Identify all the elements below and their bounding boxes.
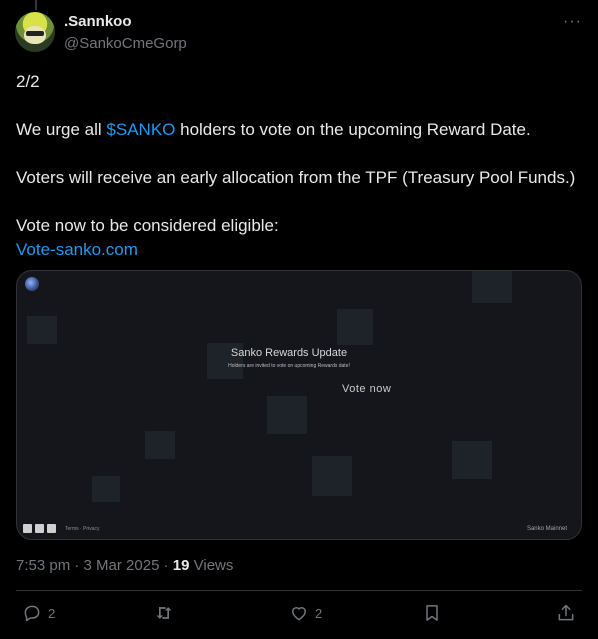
card-bg-square <box>337 309 373 345</box>
tweet-line-2: Voters will receive an early allocation … <box>16 168 576 187</box>
card-bg-square <box>267 396 307 434</box>
card-bg-square <box>27 316 57 344</box>
card-vote-now-button[interactable]: Vote now <box>342 383 391 395</box>
retweet-icon <box>156 607 172 619</box>
author-handle[interactable]: @SankoCmeGorp <box>64 35 187 52</box>
card-site-logo-icon <box>25 277 39 291</box>
tweet-time[interactable]: 7:53 pm <box>16 557 70 574</box>
link-preview-card[interactable]: Sanko Rewards Update Holders are invited… <box>16 270 582 540</box>
card-bg-square <box>92 476 120 502</box>
reply-button[interactable]: 2 <box>22 603 55 623</box>
views-count: 19 <box>172 557 190 574</box>
tweet-text: 2/2 We urge all $SANKO holders to vote o… <box>16 70 582 262</box>
reply-icon <box>24 605 40 622</box>
like-count: 2 <box>315 605 323 621</box>
bookmark-icon <box>426 605 438 621</box>
more-icon[interactable]: ··· <box>563 13 582 31</box>
card-bg-square <box>312 456 352 496</box>
avatar-glasses <box>26 31 44 36</box>
like-button[interactable]: 2 <box>289 603 322 623</box>
tweet-line-1-suffix: holders to vote on the upcoming Reward D… <box>175 120 531 139</box>
share-icon <box>558 604 574 621</box>
views-label: Views <box>193 557 234 574</box>
cashtag-link[interactable]: $SANKO <box>106 120 175 139</box>
actions-divider <box>16 590 582 591</box>
retweet-button[interactable] <box>154 603 174 623</box>
card-brand-label: Sanko Mainnet <box>526 526 567 532</box>
avatar[interactable] <box>15 12 55 52</box>
card-subtitle: Holders are invited to vote on upcoming … <box>228 363 350 369</box>
card-social-icon <box>35 524 44 533</box>
card-social-icon <box>47 524 56 533</box>
card-social-icons <box>23 524 56 533</box>
card-bg-square <box>145 431 175 459</box>
thread-connector-line <box>35 0 37 10</box>
author-display-name[interactable]: .Sannkoo <box>64 13 132 30</box>
card-bg-square <box>472 271 512 303</box>
reply-count: 2 <box>48 605 56 621</box>
share-button[interactable] <box>556 603 576 623</box>
card-title: Sanko Rewards Update <box>230 347 348 359</box>
tweet-part-label: 2/2 <box>16 72 40 91</box>
like-icon <box>292 607 306 621</box>
tweet-meta: 7:53 pm · 3 Mar 2025 · 19 Views <box>16 557 234 574</box>
card-bg-square <box>452 441 492 479</box>
tweet-line-1: We urge all $SANKO holders to vote on th… <box>16 118 582 142</box>
tweet-link[interactable]: Vote-sanko.com <box>16 238 582 262</box>
tweet-date[interactable]: 3 Mar 2025 <box>84 557 160 574</box>
bookmark-button[interactable] <box>422 603 442 623</box>
card-footer-links: Terms · Privacy <box>65 526 100 532</box>
card-social-icon <box>23 524 32 533</box>
tweet-line-3: Vote now to be considered eligible: <box>16 216 279 235</box>
tweet-line-1-prefix: We urge all <box>16 120 107 139</box>
